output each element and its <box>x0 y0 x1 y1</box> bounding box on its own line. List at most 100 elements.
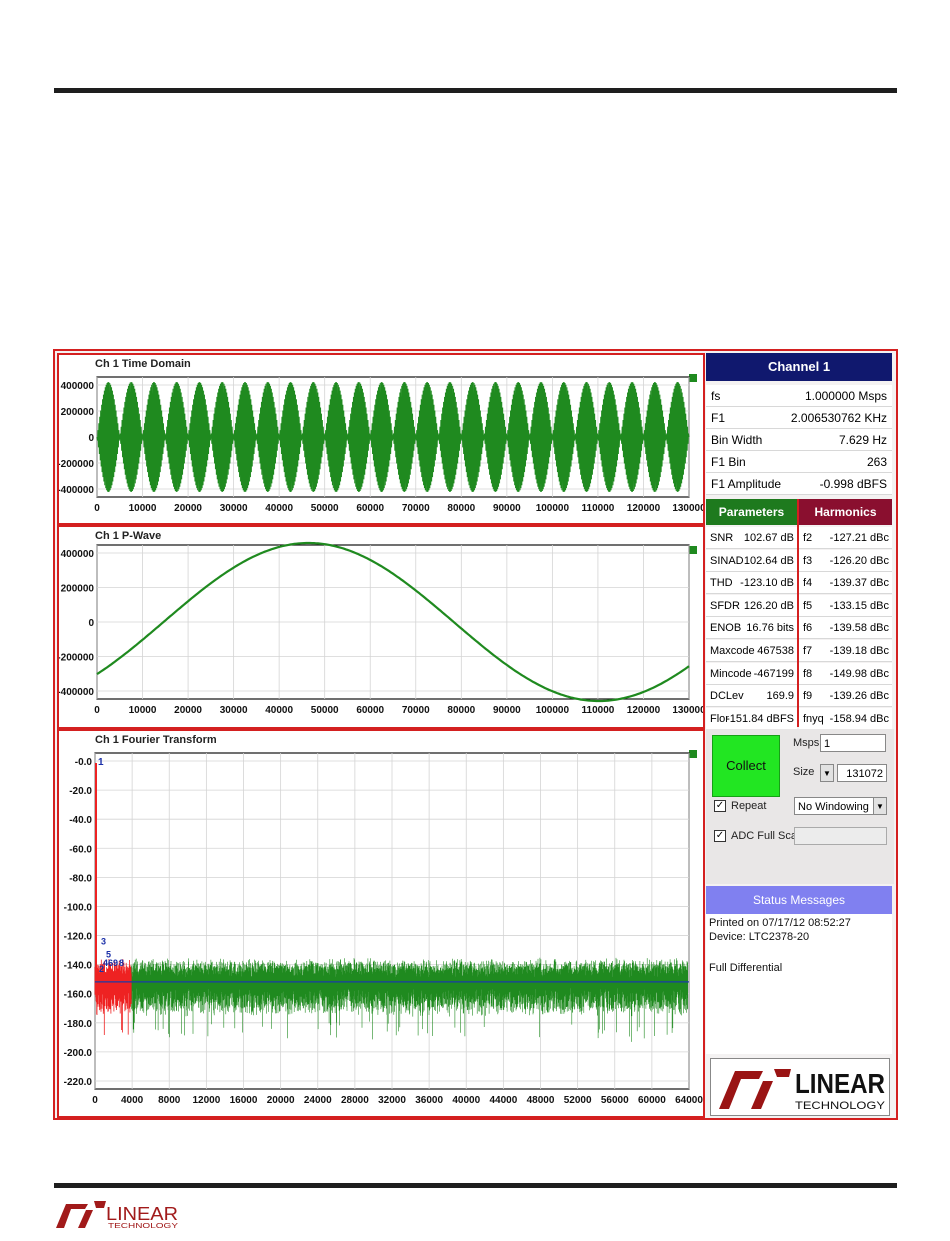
repeat-checkbox[interactable]: ✓ <box>714 800 726 812</box>
size-label: Size <box>793 766 815 778</box>
svg-text:TECHNOLOGY: TECHNOLOGY <box>795 1100 886 1112</box>
x-tick-label: 48000 <box>527 1095 555 1106</box>
harmonic-row: fnyq -158.94 dBc <box>799 707 892 730</box>
fft-harmonic-label: 2 <box>99 964 104 974</box>
y-tick-label: -80.0 <box>69 873 92 884</box>
repeat-label: Repeat <box>731 800 767 812</box>
info-value: 7.629 Hz <box>838 433 887 447</box>
parameter-key: DCLev <box>710 690 744 703</box>
x-tick-label: 28000 <box>341 1095 369 1106</box>
harmonic-row: f2 -127.21 dBc <box>799 527 892 549</box>
info-row-f1: F1 2.006530762 KHz <box>706 407 892 429</box>
windowing-select[interactable]: No Windowing <box>794 797 874 815</box>
parameter-value: -151.84 dBFS <box>726 712 794 725</box>
acquisition-controls: Collect Msps 1 Size ▼ 131072 ✓ Repeat No… <box>706 729 894 884</box>
parameter-value: 169.9 <box>766 690 794 703</box>
harmonic-row: f5 -133.15 dBc <box>799 594 892 617</box>
harmonic-value: -149.98 dBc <box>829 667 889 680</box>
harmonic-value: -139.26 dBc <box>829 690 889 703</box>
y-tick-label: 400000 <box>61 549 95 560</box>
x-tick-label: 52000 <box>564 1095 592 1106</box>
parameter-key: SNR <box>710 532 734 544</box>
status-line: Device: LTC2378-20 <box>709 931 810 943</box>
harmonic-key: f3 <box>803 554 813 567</box>
x-tick-label: 130000 <box>672 503 703 514</box>
x-tick-label: 100000 <box>536 705 570 716</box>
harmonic-key: f8 <box>803 667 813 680</box>
x-tick-label: 12000 <box>192 1095 220 1106</box>
x-tick-label: 40000 <box>265 705 293 716</box>
parameter-key: ENOB <box>710 622 742 635</box>
tab-harmonics[interactable]: Harmonics <box>799 499 892 525</box>
parameter-value: -467199 <box>753 667 794 680</box>
parameter-key: SFDR <box>710 599 740 612</box>
p-wave-panel: Ch 1 P-Wave 0 10000 20000 30000 40000 50000 60… <box>57 525 705 729</box>
x-tick-label: 40000 <box>265 503 293 514</box>
y-tick-label: -140.0 <box>64 961 93 972</box>
msps-label: Msps <box>793 737 820 749</box>
x-tick-label: 32000 <box>378 1095 406 1106</box>
x-tick-label: 80000 <box>447 503 475 514</box>
windowing-dropdown-button[interactable]: ▼ <box>873 797 887 815</box>
x-tick-label: 8000 <box>158 1095 181 1106</box>
y-tick-label: -180.0 <box>64 1019 93 1030</box>
info-key: F1 <box>711 411 726 425</box>
parameter-value: -123.10 dB <box>740 577 794 590</box>
svg-text:TECHNOLOGY: TECHNOLOGY <box>108 1223 178 1230</box>
x-tick-label: 44000 <box>489 1095 517 1106</box>
x-tick-label: 10000 <box>129 705 157 716</box>
tab-parameters[interactable]: Parameters <box>706 499 797 525</box>
x-tick-label: 70000 <box>402 503 430 514</box>
x-tick-label: 16000 <box>230 1095 258 1106</box>
harmonic-key: f6 <box>803 622 813 635</box>
info-row-f1-amplitude: F1 Amplitude -0.998 dBFS <box>706 473 892 495</box>
harmonic-value: -133.15 dBc <box>829 599 889 612</box>
x-tick-label: 90000 <box>493 705 521 716</box>
x-tick-label: 100000 <box>536 503 570 514</box>
y-tick-label: -200000 <box>59 653 94 664</box>
info-value: 2.006530762 KHz <box>790 411 887 425</box>
x-tick-label: 24000 <box>304 1095 332 1106</box>
y-tick-label: 200000 <box>61 407 95 418</box>
p-wave-plot: 0 10000 20000 30000 40000 50000 60000 70000 8000… <box>59 541 703 716</box>
x-tick-label: 110000 <box>582 705 615 716</box>
harmonic-key: f2 <box>803 532 813 544</box>
parameter-key: THD <box>710 577 733 590</box>
size-select[interactable]: 131072 <box>837 764 887 782</box>
harmonic-row: f4 -139.37 dBc <box>799 572 892 595</box>
chevron-down-icon: ▼ <box>823 769 831 778</box>
y-tick-label: 0 <box>88 433 94 444</box>
x-tick-label: 10000 <box>129 503 157 514</box>
linear-logo-icon: LINEAR TECHNOLOGY <box>56 1201 178 1230</box>
x-tick-label: 90000 <box>493 503 521 514</box>
parameter-row: ENOB 16.76 bits <box>706 617 797 640</box>
harmonic-key: f7 <box>803 645 813 657</box>
info-value: -0.998 dBFS <box>819 477 887 491</box>
adc-full-scale-checkbox[interactable]: ✓ <box>714 830 726 842</box>
svg-text:LINEAR: LINEAR <box>106 1204 178 1224</box>
y-tick-label: -60.0 <box>69 844 92 855</box>
x-tick-label: 70000 <box>402 705 430 716</box>
linear-logo-icon: LINEAR TECHNOLOGY <box>719 1068 886 1112</box>
footer-logo: LINEAR TECHNOLOGY <box>54 1196 184 1235</box>
x-tick-label: 56000 <box>601 1095 629 1106</box>
parameter-key: Maxcode <box>710 645 755 657</box>
fft-plot: 0 4000 8000 12000 16000 20000 24000 28000 32000 3… <box>64 752 703 1106</box>
x-tick-label: 64000 <box>675 1095 703 1106</box>
harmonic-row: f7 -139.18 dBc <box>799 640 892 662</box>
y-tick-label: 400000 <box>61 381 95 392</box>
collect-button[interactable]: Collect <box>712 735 780 797</box>
size-dropdown-button[interactable]: ▼ <box>820 764 834 782</box>
x-tick-label: 130000 <box>672 705 703 716</box>
linear-technology-logo: LINEAR TECHNOLOGY <box>710 1058 890 1116</box>
fft-fundamental-label: 1 <box>98 757 104 768</box>
fft-harmonic-label: 9 <box>113 958 118 968</box>
status-messages-area: Printed on 07/17/12 08:52:27 Device: LTC… <box>706 914 892 1054</box>
parameter-key: SINAD <box>710 554 744 567</box>
time-domain-plot: 0 10000 20000 30000 40000 50000 60000 70000 8000… <box>59 376 703 514</box>
parameter-row: DCLev 169.9 <box>706 685 797 708</box>
adc-full-scale-field[interactable] <box>794 827 887 845</box>
parameter-value: 467538 <box>757 645 794 657</box>
parameter-key: Mincode <box>710 667 752 680</box>
msps-input[interactable]: 1 <box>820 734 886 752</box>
